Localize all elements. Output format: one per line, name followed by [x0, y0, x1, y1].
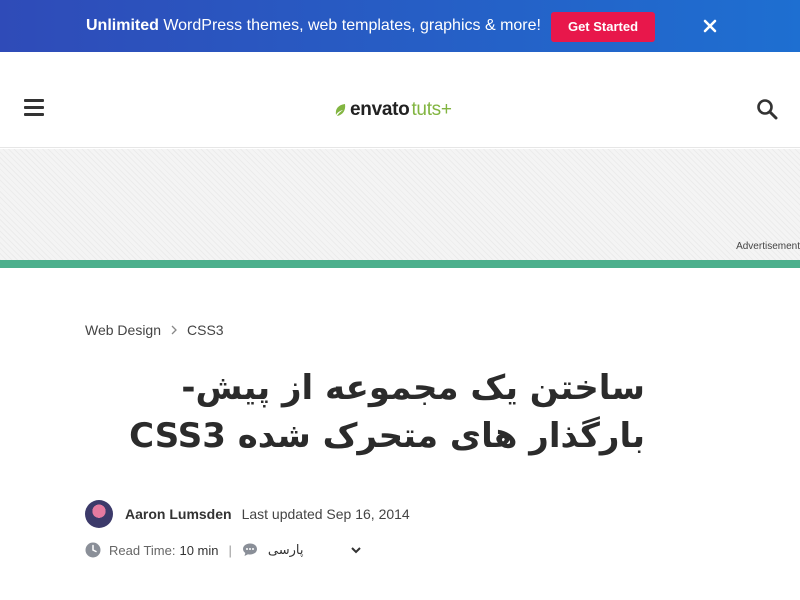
breadcrumb-item-web-design[interactable]: Web Design	[85, 322, 161, 338]
meta-row: Read Time: 10 min | پارسی	[85, 540, 362, 560]
read-time-value: 10 min	[179, 542, 219, 558]
article-header: Web Design CSS3 ساختن یک مجموعه از پیش-ب…	[0, 268, 800, 600]
chat-icon	[242, 543, 257, 556]
envato-tuts-logo[interactable]: envato tuts+	[334, 99, 452, 121]
menu-icon[interactable]	[24, 99, 44, 116]
chevron-down-icon	[351, 547, 361, 554]
promo-text: Unlimited WordPress themes, web template…	[86, 17, 541, 35]
article-title: ساختن یک مجموعه از پیش-بارگذار های متحرک…	[129, 368, 645, 456]
close-icon[interactable]	[700, 16, 720, 36]
promo-banner: Unlimited WordPress themes, web template…	[0, 0, 800, 52]
author-name[interactable]: Aaron Lumsden	[125, 506, 232, 522]
advertisement-label: Advertisement	[736, 241, 800, 252]
last-updated: Last updated Sep 16, 2014	[241, 506, 410, 522]
breadcrumb-item-css3[interactable]: CSS3	[187, 322, 224, 338]
promo-bold-text: Unlimited	[86, 17, 159, 34]
read-time-label: Read Time:	[109, 542, 176, 558]
language-select[interactable]: پارسی	[242, 542, 362, 558]
logo-envato-text: envato	[350, 99, 410, 120]
site-header: envato tuts+	[0, 52, 800, 148]
language-value: پارسی	[267, 542, 304, 558]
category-color-bar	[0, 260, 800, 268]
search-icon[interactable]	[756, 98, 778, 120]
advertisement-area	[0, 149, 800, 260]
clock-icon	[85, 542, 101, 558]
meta-divider: |	[228, 542, 232, 558]
get-started-button[interactable]: Get Started	[551, 12, 655, 42]
breadcrumb: Web Design CSS3	[85, 322, 224, 338]
logo-tuts-text: tuts+	[411, 99, 452, 120]
author-row: Aaron Lumsden Last updated Sep 16, 2014	[85, 500, 410, 528]
promo-body-text: WordPress themes, web templates, graphic…	[158, 17, 541, 34]
leaf-icon	[335, 104, 346, 116]
avatar[interactable]	[85, 500, 113, 528]
chevron-right-icon	[171, 325, 177, 335]
